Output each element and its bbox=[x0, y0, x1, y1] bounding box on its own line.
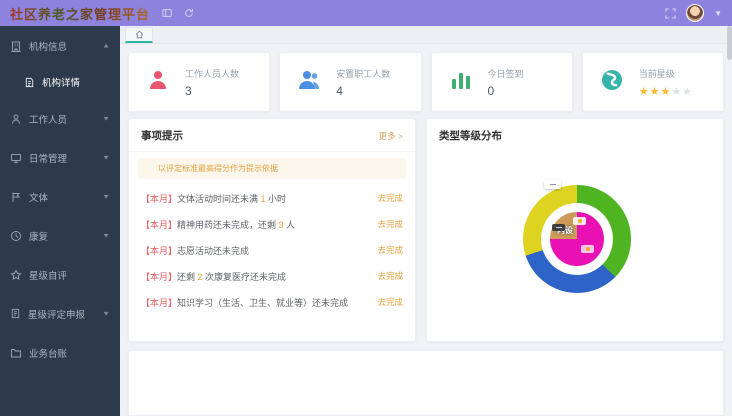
user-icon bbox=[10, 113, 22, 125]
chevron-down-icon: ▼ bbox=[102, 115, 110, 122]
tab-bar bbox=[120, 26, 732, 44]
type-grade-distribution-panel: 类型等级分布 内设 bbox=[426, 118, 724, 342]
app-title: 社区养老之家管理平台 bbox=[10, 4, 150, 23]
sidebar-item-staff[interactable]: 工作人员 ▼ bbox=[0, 99, 120, 138]
go-complete-link[interactable]: 去完成 bbox=[377, 244, 403, 256]
stars-filled: ★★★ bbox=[639, 86, 672, 98]
collapse-sidebar-icon[interactable] bbox=[162, 8, 172, 18]
stat-card-placed-workers[interactable]: 安置职工人数 4 bbox=[279, 52, 421, 112]
tab-home[interactable] bbox=[125, 27, 153, 43]
chevron-down-icon: ▼ bbox=[102, 232, 110, 239]
stat-cards-row: 工作人员人数 3 安置职工人数 4 今日签到 0 bbox=[120, 44, 732, 112]
stat-value: 4 bbox=[336, 84, 390, 98]
report-icon bbox=[10, 308, 21, 319]
sidebar-item-org-detail[interactable]: 机构详情 bbox=[0, 65, 120, 99]
document-icon bbox=[24, 77, 35, 88]
sidebar-item-label: 机构详情 bbox=[42, 75, 110, 89]
go-complete-link[interactable]: 去完成 bbox=[377, 218, 403, 230]
sidebar-item-daily-mgmt[interactable]: 日常管理 ▼ bbox=[0, 138, 120, 177]
go-complete-link[interactable]: 去完成 bbox=[377, 296, 403, 308]
stat-label: 今日签到 bbox=[488, 67, 524, 80]
sidebar-item-label: 工作人员 bbox=[29, 112, 102, 126]
reminder-row: 【本月】精神用药还未完成，还剩 3 人 去完成 bbox=[129, 211, 415, 237]
sidebar-item-star-rating-apply[interactable]: 星级评定申报 ▼ bbox=[0, 294, 120, 333]
chevron-up-icon: ▲ bbox=[102, 42, 110, 49]
stat-card-staff-count[interactable]: 工作人员人数 3 bbox=[128, 52, 270, 112]
sunburst-chart[interactable]: 内设 bbox=[523, 185, 631, 293]
stat-label: 工作人员人数 bbox=[185, 67, 239, 80]
star-icon bbox=[10, 269, 22, 281]
reminder-row: 【本月】知识学习（生活、卫生、就业等）还未完成 去完成 bbox=[129, 289, 415, 315]
chart-marker bbox=[573, 217, 586, 225]
reminder-row: 【本月】还剩 2 次康复医疗还未完成 去完成 bbox=[129, 263, 415, 289]
chevron-down-icon: ▼ bbox=[102, 310, 110, 317]
bar-chart-icon bbox=[448, 67, 474, 98]
refresh-icon[interactable] bbox=[184, 8, 194, 18]
people-icon bbox=[296, 67, 322, 98]
reminder-text: 【本月】还剩 2 次康复医疗还未完成 bbox=[141, 270, 286, 283]
sidebar-item-star-self-eval[interactable]: 星级自评 bbox=[0, 255, 120, 294]
stat-label: 安置职工人数 bbox=[336, 67, 390, 80]
sidebar-item-label: 机构信息 bbox=[29, 39, 102, 53]
fullscreen-icon[interactable] bbox=[665, 8, 676, 19]
app-header: 社区养老之家管理平台 ▼ bbox=[0, 0, 732, 26]
chart-marker bbox=[552, 224, 565, 231]
reminder-text: 【本月】知识学习（生活、卫生、就业等）还未完成 bbox=[141, 296, 348, 309]
sidebar-item-label: 文体 bbox=[29, 190, 102, 204]
reminder-row: 【本月】文体活动时间还未满 1 小时 去完成 bbox=[129, 185, 415, 211]
chart-tooltip bbox=[544, 180, 561, 189]
sidebar-item-label: 康复 bbox=[29, 229, 102, 243]
reminder-text: 【本月】志愿活动还未完成 bbox=[141, 244, 249, 257]
star-rating: ★★★★★ bbox=[639, 84, 693, 98]
stat-value: 3 bbox=[185, 84, 239, 98]
go-complete-link[interactable]: 去完成 bbox=[377, 192, 403, 204]
sidebar-item-rehab[interactable]: 康复 ▼ bbox=[0, 216, 120, 255]
sidebar: 机构信息 ▲ 机构详情 工作人员 ▼ 日常管理 ▼ 文体 ▼ 康复 ▼ bbox=[0, 26, 120, 416]
reminder-text: 【本月】文体活动时间还未满 1 小时 bbox=[141, 192, 286, 205]
sidebar-item-business-ledger[interactable]: 业务台账 bbox=[0, 333, 120, 372]
stars-empty: ★★ bbox=[671, 86, 693, 98]
folder-icon bbox=[10, 347, 22, 359]
sidebar-item-label: 日常管理 bbox=[29, 151, 102, 165]
user-menu-chevron-down-icon[interactable]: ▼ bbox=[714, 9, 722, 18]
sidebar-item-label: 星级自评 bbox=[29, 268, 110, 282]
reminder-text: 【本月】精神用药还未完成，还剩 3 人 bbox=[141, 218, 295, 231]
stat-card-today-checkin[interactable]: 今日签到 0 bbox=[431, 52, 573, 112]
panels-row: 事项提示 更多 > 以评定标准最高得分作为提示依据 【本月】文体活动时间还未满 … bbox=[120, 112, 732, 342]
sidebar-item-culture-sports[interactable]: 文体 ▼ bbox=[0, 177, 120, 216]
flag-icon bbox=[10, 191, 22, 203]
notice-banner: 以评定标准最高得分作为提示依据 bbox=[138, 158, 406, 179]
sidebar-item-org-info[interactable]: 机构信息 ▲ bbox=[0, 26, 120, 65]
person-icon bbox=[145, 67, 171, 98]
reminders-panel: 事项提示 更多 > 以评定标准最高得分作为提示依据 【本月】文体活动时间还未满 … bbox=[128, 118, 416, 342]
clock-icon bbox=[10, 230, 22, 242]
stat-value: 0 bbox=[488, 84, 524, 98]
reminder-row: 【本月】志愿活动还未完成 去完成 bbox=[129, 237, 415, 263]
globe-icon bbox=[599, 67, 625, 98]
chart-marker bbox=[581, 245, 594, 253]
stat-card-current-star-level[interactable]: 当前星级 ★★★★★ bbox=[582, 52, 724, 112]
more-link[interactable]: 更多 > bbox=[379, 130, 403, 142]
bottom-panel bbox=[128, 350, 724, 416]
go-complete-link[interactable]: 去完成 bbox=[377, 270, 403, 282]
chevron-down-icon: ▼ bbox=[102, 193, 110, 200]
stat-label: 当前星级 bbox=[639, 67, 693, 80]
monitor-icon bbox=[10, 152, 22, 164]
panel-title: 类型等级分布 bbox=[439, 128, 502, 143]
panel-title: 事项提示 bbox=[141, 128, 183, 143]
vertical-scrollbar[interactable] bbox=[727, 26, 732, 60]
sidebar-item-label: 星级评定申报 bbox=[28, 307, 102, 321]
distribution-header: 类型等级分布 bbox=[427, 119, 723, 151]
reminders-header: 事项提示 更多 > bbox=[129, 119, 415, 152]
building-icon bbox=[10, 40, 22, 52]
user-avatar[interactable] bbox=[686, 4, 704, 22]
sidebar-item-label: 业务台账 bbox=[29, 346, 110, 360]
home-icon bbox=[135, 26, 144, 44]
main-content: 工作人员人数 3 安置职工人数 4 今日签到 0 bbox=[120, 26, 732, 416]
chevron-down-icon: ▼ bbox=[102, 154, 110, 161]
